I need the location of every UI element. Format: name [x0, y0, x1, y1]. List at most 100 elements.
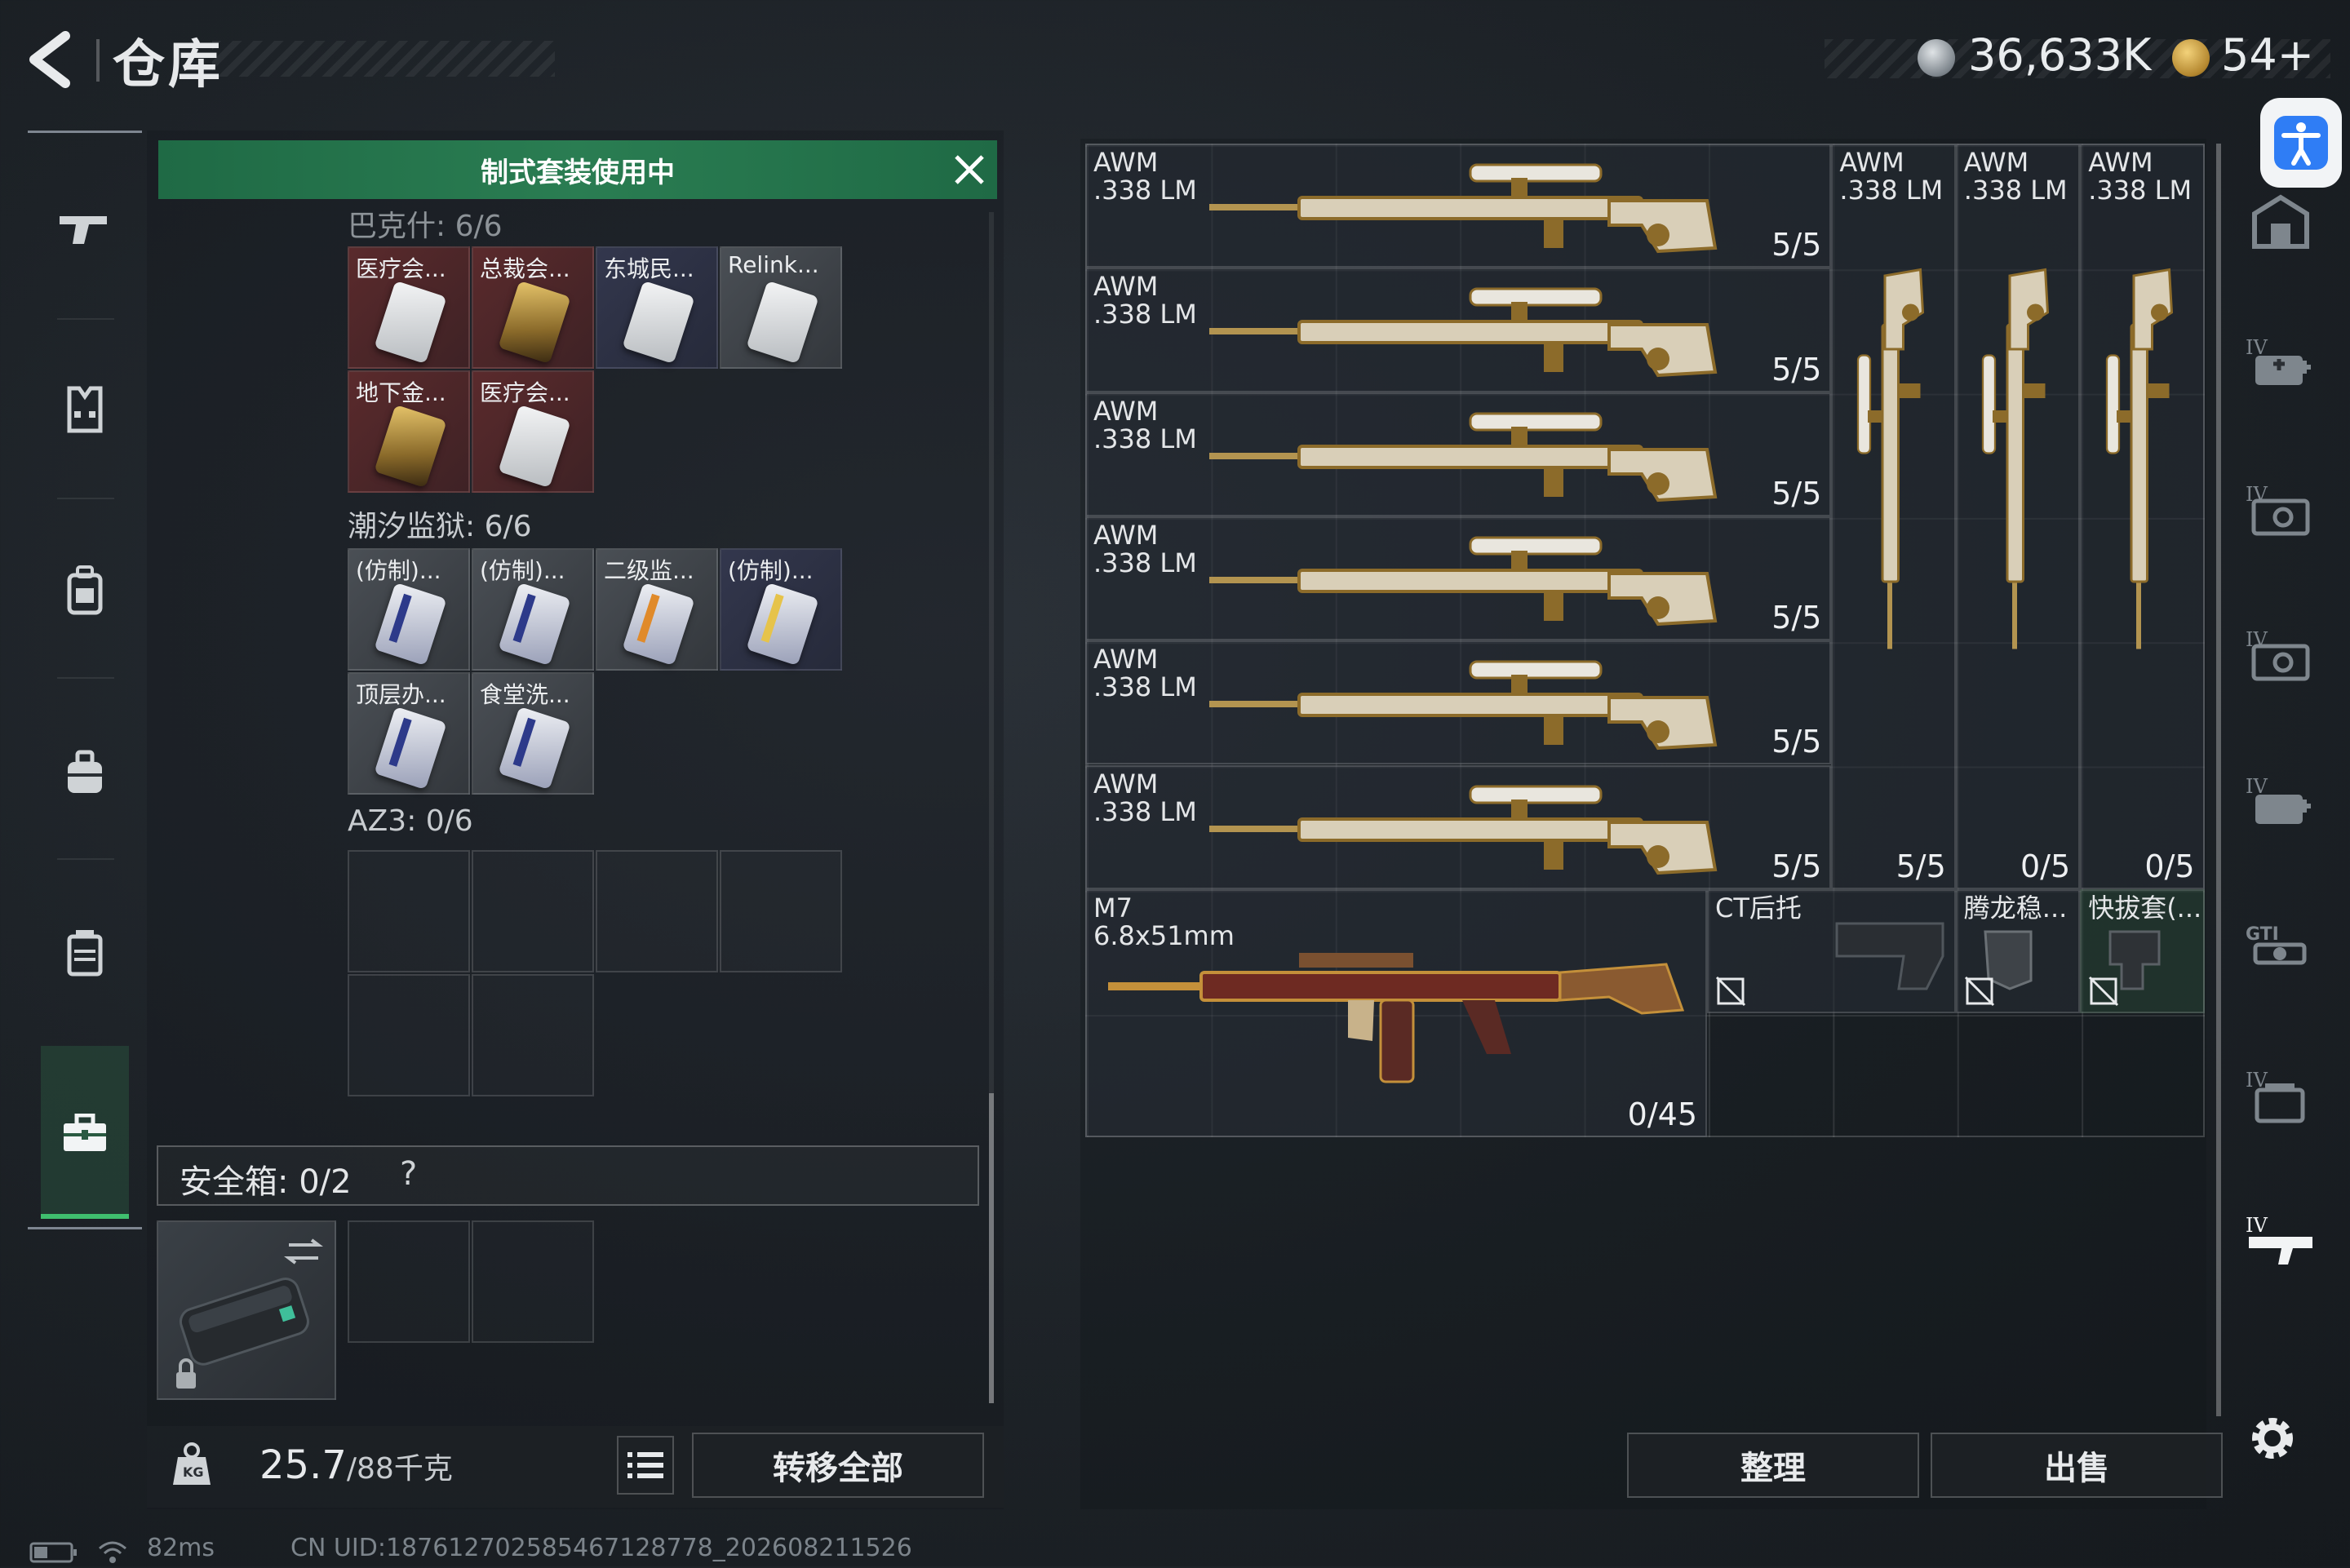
keycard-item[interactable]: 医疗会... — [472, 370, 594, 493]
keycard-label: 顶层办... — [356, 681, 446, 708]
back-arrow-icon — [29, 31, 70, 88]
safe-box-empty-slot[interactable] — [472, 1220, 594, 1343]
svg-text:KG: KG — [183, 1464, 204, 1480]
secure-case-icon — [176, 1238, 323, 1389]
item-name: AWM .338 LM — [1093, 147, 1197, 206]
weapon-slot-awm-vertical[interactable]: AWM .338 LM 0/5 — [2080, 144, 2205, 889]
stash-filter-ammo[interactable]: IV — [2236, 1051, 2326, 1141]
nav-bag[interactable] — [28, 682, 142, 862]
weapon-slot-awm[interactable]: AWM .338 LM 5/5 — [1085, 640, 1832, 765]
sort-button[interactable]: 整理 — [1627, 1433, 1919, 1498]
weapon-slot-m7[interactable]: M7 6.8x51mm 0/45 — [1085, 888, 1707, 1138]
ammo-count: 0/45 — [1627, 1096, 1697, 1133]
attachment-slot[interactable]: 快拔套(... — [2080, 888, 2205, 1014]
empty-slot[interactable] — [472, 850, 594, 972]
settings-button[interactable] — [2246, 1411, 2299, 1468]
attachment-slot[interactable]: CT后托 — [1707, 888, 1956, 1014]
ammo-box-icon: IV — [2246, 1069, 2305, 1123]
section-label-tide-prison: 潮汐监狱: 6/6 — [348, 510, 532, 543]
carry-weight-value: 25.7 — [259, 1442, 347, 1488]
keycard-item[interactable]: 东城民... — [596, 246, 718, 369]
nav-briefcase[interactable] — [28, 1044, 142, 1224]
item-name: AWM .338 LM — [1839, 147, 1944, 206]
back-button[interactable] — [23, 31, 88, 88]
briefcase-icon — [64, 1114, 106, 1151]
stash-filter-keys[interactable]: IV — [2236, 465, 2326, 555]
keycard-item[interactable]: 医疗会... — [348, 246, 470, 369]
item-name: AWM .338 LM — [1093, 395, 1197, 454]
sniper-rifle-icon — [2106, 268, 2174, 649]
keycard-label: 医疗会... — [356, 255, 446, 282]
transfer-all-button[interactable]: 转移全部 — [692, 1433, 984, 1498]
nav-armor[interactable] — [28, 320, 142, 499]
empty-slot[interactable] — [348, 974, 470, 1096]
nav-bottom-border — [28, 1227, 142, 1229]
sniper-rifle-icon — [1209, 287, 1718, 378]
wifi-icon — [96, 1539, 129, 1568]
list-view-button[interactable] — [617, 1436, 674, 1495]
weapon-slot-awm[interactable]: AWM .338 LM 5/5 — [1085, 268, 1832, 392]
stash-filter-all[interactable] — [2236, 176, 2326, 266]
sniper-rifle-icon — [1209, 785, 1718, 875]
title-decoration — [212, 41, 555, 77]
accessibility-button[interactable] — [2260, 98, 2342, 188]
keycard-item[interactable]: 顶层办... — [348, 672, 470, 795]
weapon-slot-awm-vertical[interactable]: AWM .338 LM 5/5 — [1831, 144, 1956, 889]
keycard-item[interactable]: 食堂洗... — [472, 672, 594, 795]
keycard-icon — [622, 280, 695, 365]
stash-scrollbar[interactable] — [2216, 144, 2221, 1416]
supply-icon: IV — [2246, 775, 2311, 824]
keycard-label: 东城民... — [604, 255, 694, 282]
keycard-icon — [622, 582, 695, 667]
keycard-item[interactable]: Relink... — [720, 246, 842, 369]
keycard-item[interactable]: (仿制)... — [720, 548, 842, 671]
keycard-item[interactable]: 二级监... — [596, 548, 718, 671]
weapon-slot-awm[interactable]: AWM .338 LM 5/5 — [1085, 764, 1832, 889]
ammo-count: 5/5 — [1896, 848, 1946, 884]
empty-slot[interactable] — [472, 974, 594, 1096]
collectible-icon: IV — [2246, 628, 2310, 681]
weapon-slot-awm[interactable]: AWM .338 LM 5/5 — [1085, 144, 1832, 268]
attachment-slot[interactable]: 腾龙稳... — [1955, 888, 2081, 1014]
keycard-label: 医疗会... — [480, 379, 570, 406]
weapon-slot-awm[interactable]: AWM .338 LM 5/5 — [1085, 516, 1832, 641]
safe-box-item[interactable] — [157, 1220, 336, 1400]
stash-filter-weapons[interactable]: IV — [2236, 1196, 2326, 1286]
item-name: AWM .338 LM — [1963, 147, 2068, 206]
keycard-icon — [374, 582, 447, 667]
gear-icon — [2252, 1418, 2293, 1459]
safe-box-label: 安全箱: 0/2 — [180, 1163, 352, 1201]
safe-box-help-button[interactable]: ? — [400, 1155, 417, 1193]
carry-weight-max: /88千克 — [346, 1452, 453, 1486]
stash-filter-collectibles[interactable]: IV — [2236, 610, 2326, 700]
rifle-icon: IV — [2246, 1214, 2312, 1265]
banner-close-button[interactable] — [947, 147, 992, 193]
keycard-item[interactable]: (仿制)... — [472, 548, 594, 671]
nav-container[interactable] — [28, 863, 142, 1043]
sell-button[interactable]: 出售 — [1931, 1433, 2223, 1498]
keycard-item[interactable]: (仿制)... — [348, 548, 470, 671]
stash-filter-medical[interactable]: IV — [2236, 318, 2326, 408]
uid-text: CN UID:187612702585467128778_20260821152… — [290, 1534, 912, 1562]
sniper-rifle-icon — [1209, 163, 1718, 254]
sniper-rifle-icon — [1209, 660, 1718, 751]
stash-filter-consumables[interactable]: IV — [2236, 757, 2326, 847]
empty-slot[interactable] — [348, 850, 470, 972]
stash-filter-attachments[interactable]: GTI — [2236, 904, 2326, 994]
container-scrollbar-thumb[interactable] — [989, 1093, 994, 1403]
keycard-item[interactable]: 地下金... — [348, 370, 470, 493]
keycard-icon — [374, 404, 447, 489]
ping-text: 82ms — [147, 1534, 215, 1562]
keycard-label: (仿制)... — [728, 557, 814, 584]
item-name: CT后托 — [1715, 892, 1802, 924]
safe-box-empty-slot[interactable] — [348, 1220, 470, 1343]
empty-slot[interactable] — [596, 850, 718, 972]
item-name: AWM .338 LM — [1093, 271, 1197, 330]
keycard-item[interactable]: 总裁会... — [472, 246, 594, 369]
empty-slot[interactable] — [720, 850, 842, 972]
weapon-slot-awm-vertical[interactable]: AWM .338 LM 0/5 — [1955, 144, 2081, 889]
preset-kit-banner: 制式套装使用中 — [158, 140, 997, 199]
nav-backpack[interactable] — [28, 501, 142, 680]
pouch-icon — [67, 930, 103, 977]
nav-weapons[interactable] — [28, 139, 142, 318]
